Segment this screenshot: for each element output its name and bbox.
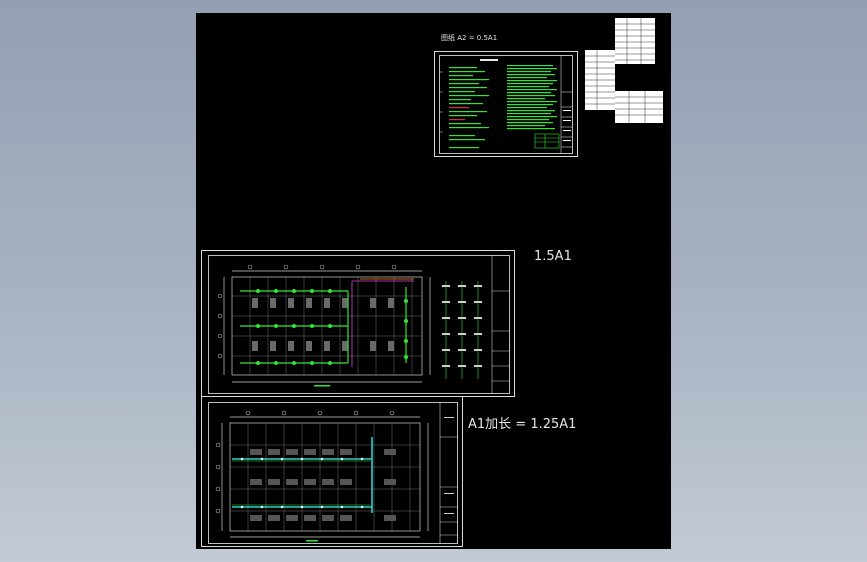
plan-b-scale-label: A1加长 = 1.25A1 [468, 417, 577, 432]
notes-sheet-header: 图纸 A2 = 0.5A1 [441, 34, 498, 42]
plan-b-drawing [215, 402, 458, 544]
plan-a-drawing [217, 255, 510, 394]
plan-b-sheet[interactable] [201, 396, 463, 547]
equipment-legend-tables [585, 18, 663, 123]
plan-a-sheet[interactable] [201, 250, 515, 397]
plan-a-scale-label: 1.5A1 [534, 249, 572, 264]
notes-sheet[interactable] [434, 51, 578, 157]
cad-model-space[interactable]: 图纸 A2 = 0.5A1 1.5A1 A1加长 = 1.25A1 [196, 13, 671, 549]
notes-sheet-content [439, 55, 573, 154]
